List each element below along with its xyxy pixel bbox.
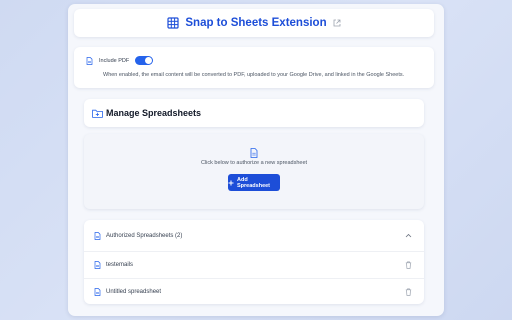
list-item[interactable]: testemails xyxy=(84,252,424,278)
chevron-up-icon[interactable] xyxy=(405,233,412,238)
file-icon xyxy=(94,261,101,269)
external-link-icon[interactable] xyxy=(333,19,341,27)
extension-panel: Snap to Sheets Extension Include PDF Whe… xyxy=(68,4,444,316)
table-icon xyxy=(167,17,179,29)
authorized-header-label: Authorized Spreadsheets (2) xyxy=(106,232,183,239)
pdf-description: When enabled, the email content will be … xyxy=(103,72,405,78)
authorized-spreadsheets-card: Authorized Spreadsheets (2) testemails U… xyxy=(84,220,424,304)
include-pdf-toggle[interactable] xyxy=(135,56,154,65)
folder-plus-icon xyxy=(92,109,103,118)
spreadsheet-name: Untitled spreadsheet xyxy=(106,288,162,295)
plus-icon xyxy=(228,180,234,186)
header-card: Snap to Sheets Extension xyxy=(74,9,434,37)
manage-spreadsheets-title: Manage Spreadsheets xyxy=(106,108,202,118)
include-pdf-label: Include PDF xyxy=(99,57,130,64)
authorized-header[interactable]: Authorized Spreadsheets (2) xyxy=(84,220,424,252)
manage-spreadsheets-card: Manage Spreadsheets xyxy=(84,99,424,127)
add-spreadsheet-label: Add Spreadsheet xyxy=(237,176,271,189)
file-icon xyxy=(86,56,93,65)
page-title: Snap to Sheets Extension xyxy=(185,17,327,29)
add-spreadsheet-button[interactable]: Add Spreadsheet xyxy=(228,174,280,191)
add-spreadsheet-card: Click below to authorize a new spreadshe… xyxy=(84,134,424,209)
file-icon xyxy=(94,287,101,296)
spreadsheet-name: testemails xyxy=(106,262,134,268)
pdf-setting-card: Include PDF When enabled, the email cont… xyxy=(74,47,434,88)
authorize-prompt: Click below to authorize a new spreadshe… xyxy=(200,160,308,166)
file-icon xyxy=(94,231,101,240)
trash-icon[interactable] xyxy=(405,288,412,296)
file-icon xyxy=(250,148,258,158)
trash-icon[interactable] xyxy=(405,261,412,269)
list-item[interactable]: Untitled spreadsheet xyxy=(84,278,424,304)
